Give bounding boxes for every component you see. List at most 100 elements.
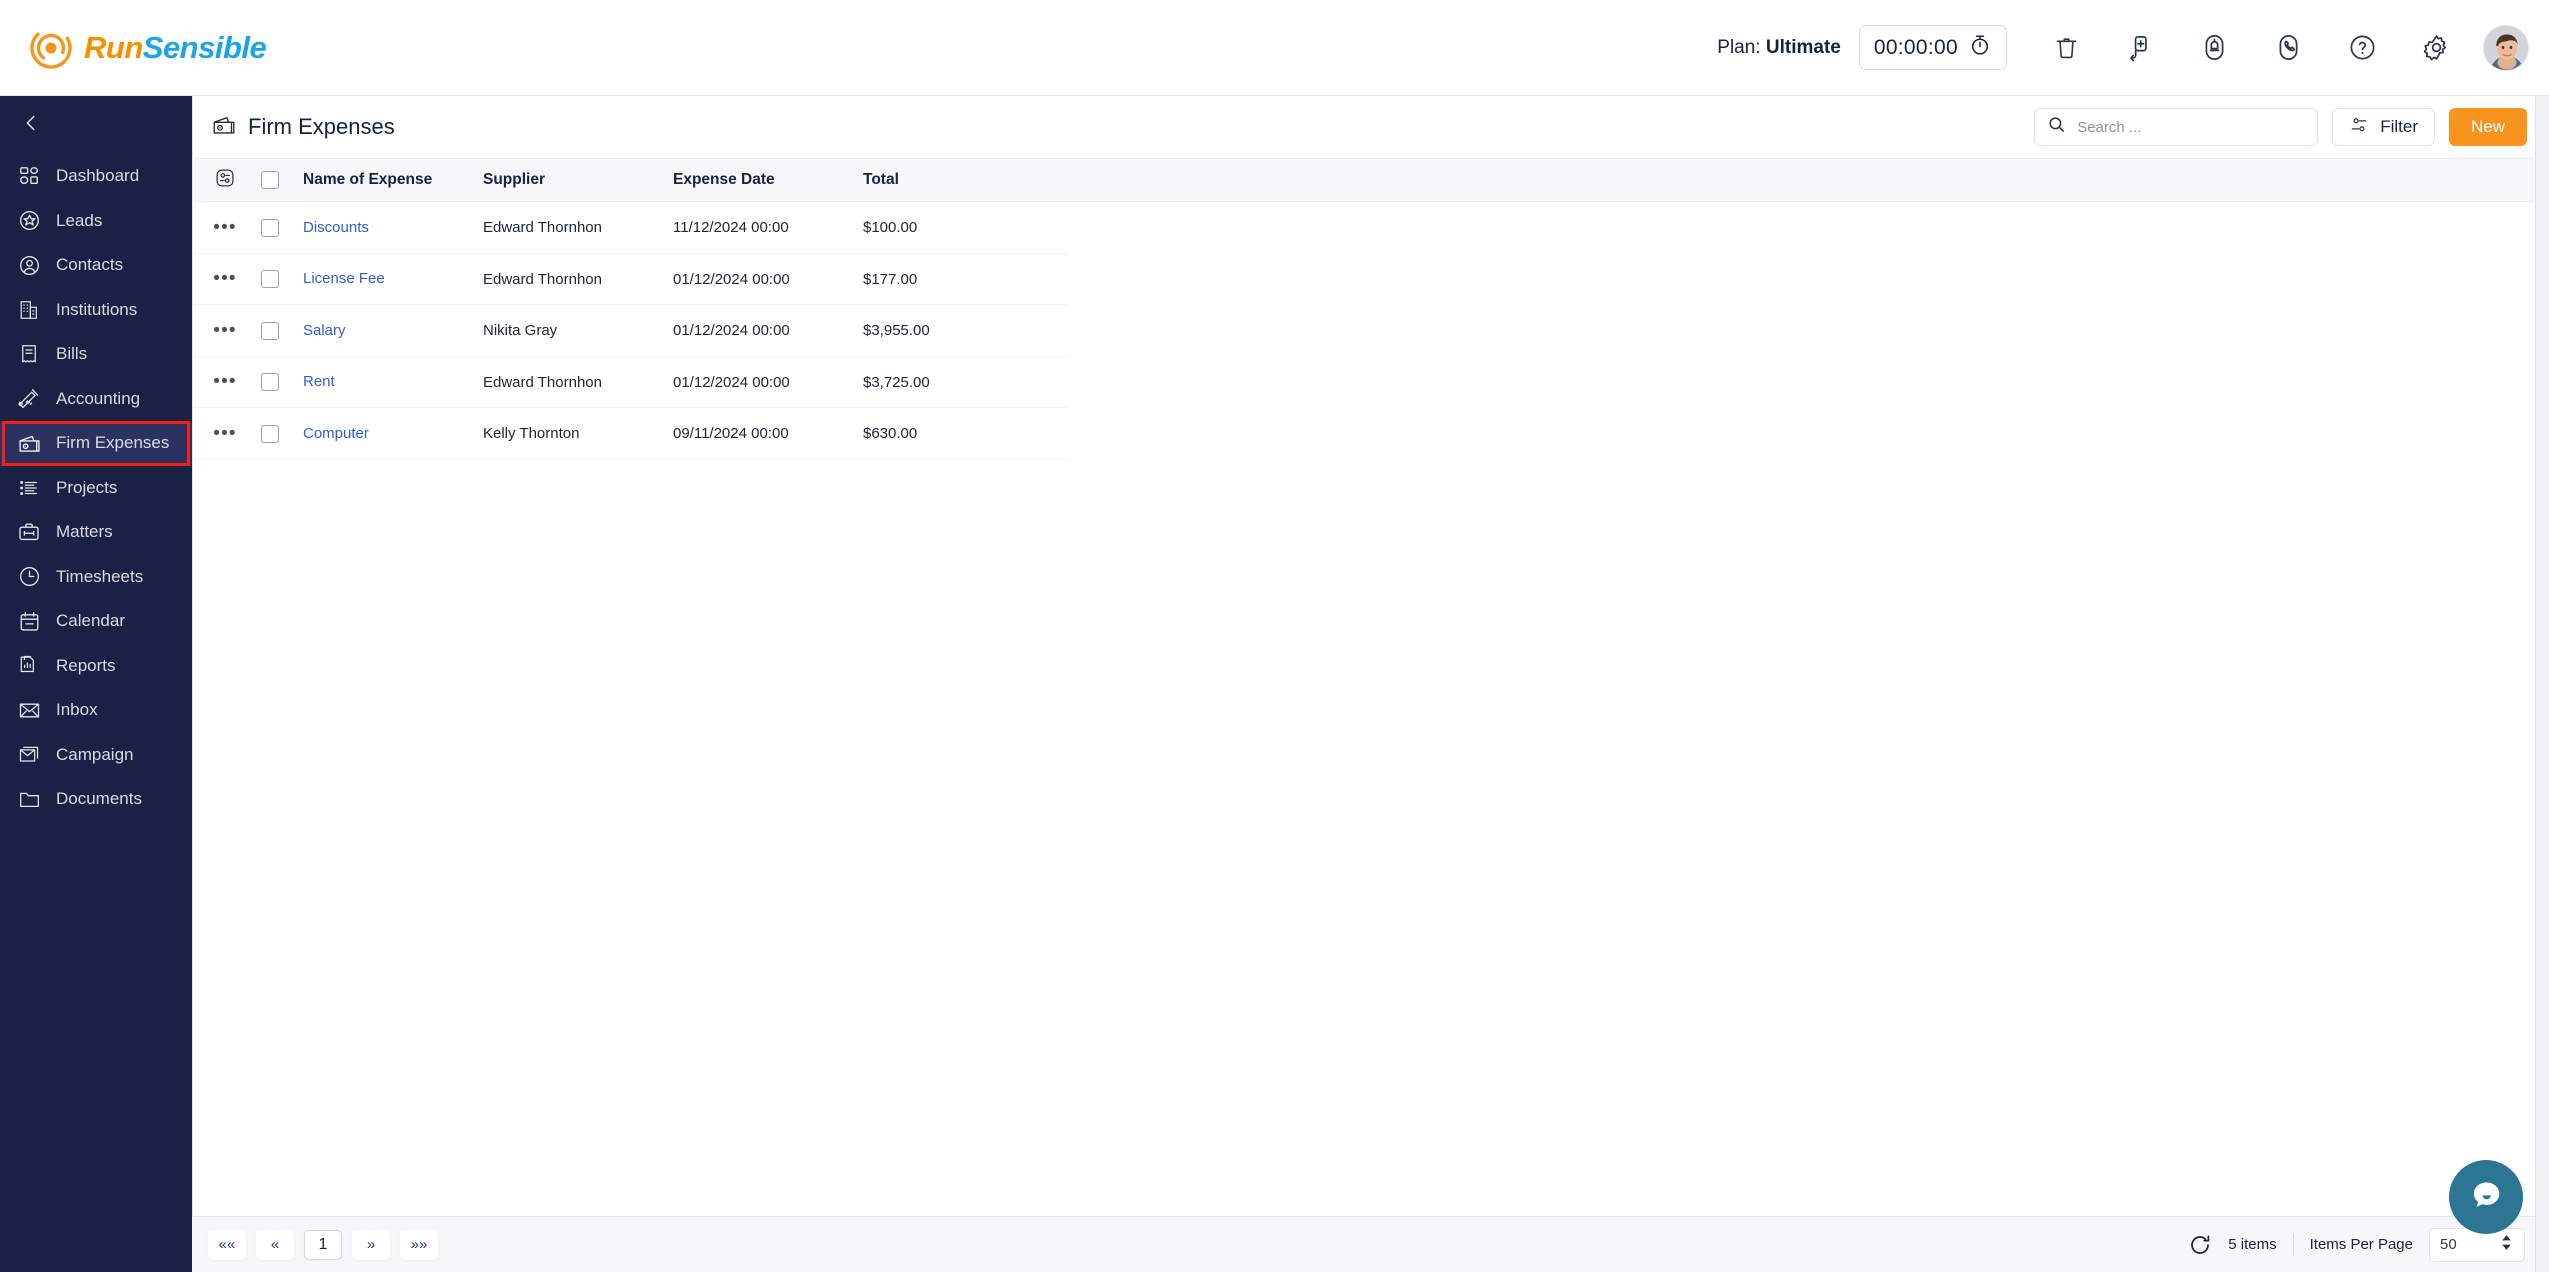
sidebar-item-label: Reports xyxy=(56,655,116,675)
sidebar-item-campaign[interactable]: Campaign xyxy=(0,733,192,778)
row-menu-dots-icon[interactable]: ••• xyxy=(213,269,237,288)
gear-icon[interactable] xyxy=(2399,18,2473,78)
expense-date: 11/12/2024 00:00 xyxy=(673,219,789,237)
expense-name-link[interactable]: Salary xyxy=(303,322,346,339)
sidebar-item-projects[interactable]: Projects xyxy=(0,466,192,511)
expense-name-link[interactable]: License Fee xyxy=(303,270,385,287)
expense-name-link[interactable]: Computer xyxy=(303,425,369,442)
column-header-total[interactable]: Total xyxy=(863,171,1053,189)
footer-divider xyxy=(2292,1233,2294,1256)
row-checkbox[interactable] xyxy=(261,321,279,340)
sidebar-item-label: Projects xyxy=(56,477,118,497)
sidebar-item-calendar[interactable]: Calendar xyxy=(0,599,192,644)
row-checkbox[interactable] xyxy=(261,218,279,237)
sidebar-collapse-button[interactable] xyxy=(0,96,192,154)
sidebar-item-dashboard[interactable]: Dashboard xyxy=(0,154,192,199)
sidebar-item-documents[interactable]: Documents xyxy=(0,777,192,822)
search-box[interactable] xyxy=(2034,108,2319,146)
row-actions-button[interactable]: ••• xyxy=(193,372,249,391)
chart-pen-icon xyxy=(16,386,42,412)
sidebar-item-contacts[interactable]: Contacts xyxy=(0,243,192,288)
sidebar-item-reports[interactable]: Reports xyxy=(0,644,192,689)
table-row[interactable]: ••• Discounts Edward Thornhon 11/12/2024… xyxy=(193,202,2549,254)
sidebar-item-institutions[interactable]: Institutions xyxy=(0,288,192,333)
sidebar-item-label: Calendar xyxy=(56,611,125,631)
dashboard-grid-icon xyxy=(16,163,42,189)
column-header-date[interactable]: Expense Date xyxy=(673,171,863,189)
select-all-checkbox[interactable] xyxy=(261,171,279,189)
pagination-prev-button[interactable]: « xyxy=(256,1229,294,1260)
building-icon xyxy=(16,297,42,323)
timer-value: 00:00:00 xyxy=(1873,35,1958,59)
stopwatch-icon[interactable] xyxy=(1968,33,1992,62)
sidebar-item-label: Leads xyxy=(56,210,103,230)
row-actions-button[interactable]: ••• xyxy=(193,424,249,443)
table-row[interactable]: ••• Computer Kelly Thornton 09/11/2024 0… xyxy=(193,408,2549,460)
runsensible-swirl-icon xyxy=(30,26,72,69)
new-button[interactable]: New xyxy=(2448,108,2527,146)
refresh-icon[interactable] xyxy=(2188,1233,2212,1257)
row-checkbox[interactable] xyxy=(261,424,279,443)
row-actions-button[interactable]: ••• xyxy=(193,218,249,237)
expense-date: 01/12/2024 00:00 xyxy=(673,270,790,288)
app-logo[interactable]: RunSensible xyxy=(30,26,267,69)
sidebar-item-firm-expenses[interactable]: Firm Expenses xyxy=(0,421,192,466)
row-checkbox[interactable] xyxy=(261,373,279,392)
table-row[interactable]: ••• Rent Edward Thornhon 01/12/2024 00:0… xyxy=(193,357,2549,409)
sidebar-item-label: Accounting xyxy=(56,388,141,408)
row-menu-dots-icon[interactable]: ••• xyxy=(213,218,237,237)
plan-prefix: Plan: xyxy=(1717,36,1766,58)
chat-bubble-icon xyxy=(2466,1175,2506,1220)
table-row[interactable]: ••• Salary Nikita Gray 01/12/2024 00:00 … xyxy=(193,305,2549,357)
expense-date: 09/11/2024 00:00 xyxy=(673,425,789,443)
expense-name-link[interactable]: Rent xyxy=(303,373,335,390)
row-menu-dots-icon[interactable]: ••• xyxy=(213,372,237,391)
pagination-current-page[interactable]: 1 xyxy=(304,1229,342,1260)
row-actions-button[interactable]: ••• xyxy=(193,321,249,340)
notification-bell-icon[interactable] xyxy=(2177,18,2251,78)
sidebar-item-bills[interactable]: Bills xyxy=(0,332,192,377)
column-settings-button[interactable] xyxy=(193,167,249,194)
sidebar-item-inbox[interactable]: Inbox xyxy=(0,688,192,733)
wallet-icon xyxy=(211,112,237,143)
timer-widget[interactable]: 00:00:00 xyxy=(1858,25,2007,70)
sidebar-item-label: Timesheets xyxy=(56,566,144,586)
chat-widget-button[interactable] xyxy=(2449,1160,2523,1234)
column-header-name[interactable]: Name of Expense xyxy=(291,171,483,189)
search-input[interactable] xyxy=(2077,118,2306,136)
column-header-supplier[interactable]: Supplier xyxy=(483,171,673,189)
row-checkbox[interactable] xyxy=(261,270,279,289)
row-menu-dots-icon[interactable]: ••• xyxy=(213,321,237,340)
sidebar-item-label: Bills xyxy=(56,344,88,364)
folder-icon xyxy=(16,786,42,812)
add-circle-icon[interactable] xyxy=(2103,18,2177,78)
sidebar-item-timesheets[interactable]: Timesheets xyxy=(0,555,192,600)
expense-name-link[interactable]: Discounts xyxy=(303,219,369,236)
sidebar-item-accounting[interactable]: Accounting xyxy=(0,377,192,422)
trash-icon[interactable] xyxy=(2029,18,2103,78)
row-select-cell[interactable] xyxy=(249,373,291,392)
row-select-cell[interactable] xyxy=(249,218,291,237)
sidebar-item-matters[interactable]: Matters xyxy=(0,510,192,555)
row-select-cell[interactable] xyxy=(249,424,291,443)
table-row[interactable]: ••• License Fee Edward Thornhon 01/12/20… xyxy=(193,254,2549,306)
phone-icon[interactable] xyxy=(2251,18,2325,78)
row-menu-dots-icon[interactable]: ••• xyxy=(213,424,237,443)
sidebar-item-leads[interactable]: Leads xyxy=(0,199,192,244)
row-select-cell[interactable] xyxy=(249,270,291,289)
filter-button[interactable]: Filter xyxy=(2332,108,2435,146)
row-actions-button[interactable]: ••• xyxy=(193,269,249,288)
pagination-first-button[interactable]: «« xyxy=(208,1229,246,1260)
help-icon[interactable] xyxy=(2325,18,2399,78)
avatar[interactable] xyxy=(2483,24,2529,71)
sidebar-item-label: Firm Expenses xyxy=(56,433,170,453)
search-icon xyxy=(2047,115,2066,139)
top-bar: RunSensible Plan: Ultimate 00:00:00 xyxy=(0,0,2549,96)
filter-sliders-icon xyxy=(2349,115,2369,140)
pagination-last-button[interactable]: »» xyxy=(400,1229,438,1260)
select-all-cell[interactable] xyxy=(249,171,291,189)
vertical-scrollbar[interactable] xyxy=(2535,96,2549,1272)
row-select-cell[interactable] xyxy=(249,321,291,340)
pagination-next-button[interactable]: » xyxy=(352,1229,390,1260)
page-header: Firm Expenses Filter xyxy=(193,96,2549,158)
